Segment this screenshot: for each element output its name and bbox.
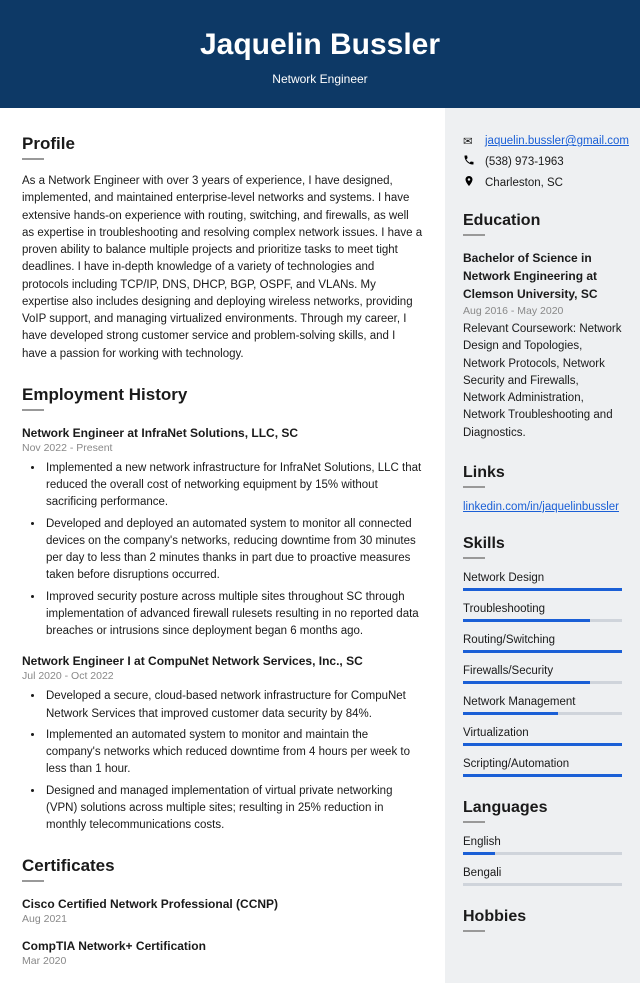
skill-name: Network Management xyxy=(463,696,622,708)
profile-heading: Profile xyxy=(22,134,423,161)
certificates-heading: Certificates xyxy=(22,856,423,883)
education-title: Bachelor of Science in Network Engineeri… xyxy=(463,249,622,303)
resume-header: Jaquelin Bussler Network Engineer xyxy=(0,0,640,108)
language-bar xyxy=(463,852,622,855)
profile-text: As a Network Engineer with over 3 years … xyxy=(22,173,423,363)
skill-bar xyxy=(463,650,622,653)
skill-item: Scripting/Automation xyxy=(463,758,622,777)
skill-bar xyxy=(463,681,622,684)
language-item: English xyxy=(463,836,622,855)
skill-item: Routing/Switching xyxy=(463,634,622,653)
linkedin-link[interactable]: linkedin.com/in/jaquelinbussler xyxy=(463,501,619,513)
job-dates: Jul 2020 - Oct 2022 xyxy=(22,670,423,682)
languages-heading: Languages xyxy=(463,799,622,824)
links-heading: Links xyxy=(463,464,622,489)
contact-section: ✉ jaquelin.bussler@gmail.com (538) 973-1… xyxy=(463,134,622,190)
phone-icon xyxy=(463,154,477,169)
sidebar-column: ✉ jaquelin.bussler@gmail.com (538) 973-1… xyxy=(445,108,640,983)
cert-date: Aug 2021 xyxy=(22,913,423,925)
skill-bar xyxy=(463,588,622,591)
cert-title: Cisco Certified Network Professional (CC… xyxy=(22,897,423,911)
skill-bar xyxy=(463,619,622,622)
skill-name: Troubleshooting xyxy=(463,603,622,615)
main-column: Profile As a Network Engineer with over … xyxy=(0,108,445,983)
cert-date: Mar 2020 xyxy=(22,955,423,967)
skills-heading: Skills xyxy=(463,535,622,560)
skill-item: Firewalls/Security xyxy=(463,665,622,684)
education-desc: Relevant Coursework: Network Design and … xyxy=(463,321,622,442)
skill-item: Network Design xyxy=(463,572,622,591)
skill-bar xyxy=(463,743,622,746)
job-bullet: Implemented a new network infrastructure… xyxy=(44,460,423,512)
person-title: Network Engineer xyxy=(20,72,620,86)
email-link[interactable]: jaquelin.bussler@gmail.com xyxy=(485,135,629,147)
job-bullet: Improved security posture across multipl… xyxy=(44,589,423,641)
language-name: Bengali xyxy=(463,867,622,879)
education-heading: Education xyxy=(463,212,622,237)
job-entry: Network Engineer at InfraNet Solutions, … xyxy=(22,426,423,641)
skill-item: Virtualization xyxy=(463,727,622,746)
skill-name: Virtualization xyxy=(463,727,622,739)
language-name: English xyxy=(463,836,622,848)
job-bullet: Developed and deployed an automated syst… xyxy=(44,516,423,585)
skill-name: Routing/Switching xyxy=(463,634,622,646)
location-text: Charleston, SC xyxy=(485,177,563,189)
language-item: Bengali xyxy=(463,867,622,886)
hobbies-heading: Hobbies xyxy=(463,908,622,933)
job-entry: Network Engineer I at CompuNet Network S… xyxy=(22,654,423,834)
cert-title: CompTIA Network+ Certification xyxy=(22,939,423,953)
job-dates: Nov 2022 - Present xyxy=(22,442,423,454)
person-name: Jaquelin Bussler xyxy=(20,28,620,62)
education-dates: Aug 2016 - May 2020 xyxy=(463,305,622,317)
job-title: Network Engineer I at CompuNet Network S… xyxy=(22,654,423,668)
job-bullet: Developed a secure, cloud-based network … xyxy=(44,688,423,723)
employment-heading: Employment History xyxy=(22,385,423,412)
phone-text: (538) 973-1963 xyxy=(485,156,564,168)
job-bullet: Implemented an automated system to monit… xyxy=(44,727,423,779)
skill-name: Firewalls/Security xyxy=(463,665,622,677)
skill-item: Troubleshooting xyxy=(463,603,622,622)
skill-name: Scripting/Automation xyxy=(463,758,622,770)
skill-item: Network Management xyxy=(463,696,622,715)
location-icon xyxy=(463,175,477,190)
skill-bar xyxy=(463,712,622,715)
skill-name: Network Design xyxy=(463,572,622,584)
language-bar xyxy=(463,883,622,886)
job-bullet: Designed and managed implementation of v… xyxy=(44,783,423,835)
job-title: Network Engineer at InfraNet Solutions, … xyxy=(22,426,423,440)
skill-bar xyxy=(463,774,622,777)
email-icon: ✉ xyxy=(463,134,477,148)
